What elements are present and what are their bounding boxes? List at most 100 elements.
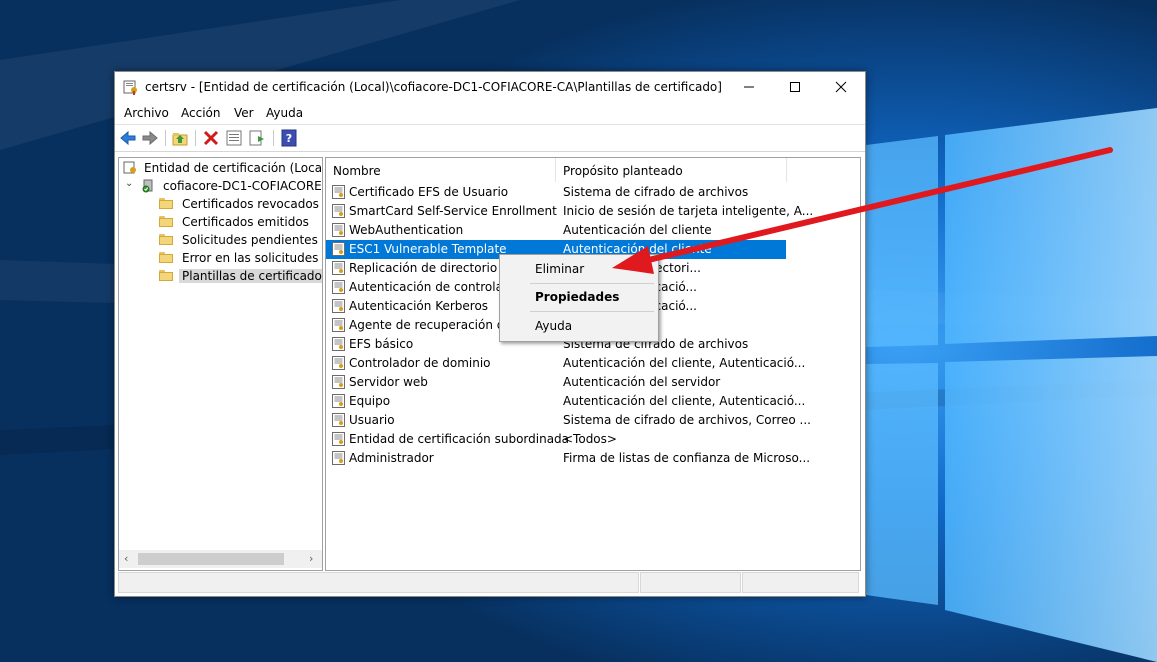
status-segment	[118, 572, 639, 593]
scroll-right-icon[interactable]: ›	[309, 552, 313, 565]
template-row[interactable]: Controlador de dominio Autenticación del …	[326, 354, 805, 373]
certificate-template-icon	[332, 356, 345, 370]
delete-icon[interactable]	[202, 129, 220, 147]
template-purpose: Sistema de cifrado de archivos	[563, 185, 749, 199]
tree-item-label: Plantillas de certificado	[179, 269, 322, 283]
result-list: Nombre Propósito planteado Certificado E…	[325, 157, 861, 571]
column-header-name[interactable]: Nombre	[326, 158, 555, 182]
mmc-window: certsrv - [Entidad de certificación (Loc…	[114, 71, 866, 597]
tree-item-label: Certificados emitidos	[182, 215, 309, 229]
template-purpose: Autenticación del servidor	[563, 375, 721, 389]
template-name: Usuario	[349, 413, 395, 427]
tree-item-issued[interactable]: Certificados emitidos	[159, 213, 321, 231]
ca-server-icon	[142, 179, 153, 193]
back-arrow-icon[interactable]	[119, 129, 137, 147]
status-segment	[742, 572, 859, 593]
scroll-left-icon[interactable]: ‹	[124, 552, 128, 565]
maximize-button[interactable]	[772, 72, 818, 102]
menu-ver[interactable]: Ver	[234, 106, 254, 120]
certificate-template-icon	[332, 280, 345, 294]
tree-item-revoked[interactable]: Certificados revocados	[159, 195, 321, 213]
folder-icon	[159, 198, 173, 209]
template-purpose: Autenticación del cliente, Autenticació.…	[563, 394, 806, 408]
template-row[interactable]: Administrador Firma de listas de confianz…	[326, 449, 810, 468]
certificate-template-icon	[332, 242, 345, 256]
certificate-template-icon	[332, 261, 345, 275]
tree-item-label: Certificados revocados	[182, 197, 319, 211]
template-name: Certificado EFS de Usuario	[349, 185, 509, 199]
template-row[interactable]: Certificado EFS de Usuario Sistema de cif…	[326, 183, 786, 202]
tree-horizontal-scrollbar[interactable]: ‹ ›	[119, 550, 322, 568]
certificate-template-icon	[332, 413, 345, 427]
properties-icon[interactable]	[225, 129, 243, 147]
toolbar-separator	[273, 130, 274, 146]
column-header-label: Nombre	[333, 164, 381, 178]
certificate-template-icon	[332, 204, 345, 218]
folder-icon	[159, 216, 173, 227]
template-name: Equipo	[349, 394, 391, 408]
template-row[interactable]: Servidor web Autenticación del servidor	[326, 373, 786, 392]
tree-root-label: Entidad de certificación (Local)	[144, 161, 323, 175]
menu-ayuda[interactable]: Ayuda	[266, 106, 303, 120]
chevron-down-icon[interactable]: ⌄	[125, 178, 133, 189]
column-divider[interactable]	[786, 158, 787, 182]
tree-ca-node[interactable]: ⌄ cofiacore-DC1-COFIACORE-CA	[123, 177, 322, 195]
title-bar[interactable]: certsrv - [Entidad de certificación (Loc…	[115, 72, 865, 102]
up-folder-icon[interactable]	[171, 129, 189, 147]
menu-accion[interactable]: Acción	[181, 106, 220, 120]
toolbar-separator	[195, 130, 196, 146]
template-row[interactable]: SmartCard Self-Service Enrollment Inicio …	[326, 202, 813, 221]
template-name: WebAuthentication	[349, 223, 464, 237]
tree-item-failed[interactable]: Error en las solicitudes	[159, 249, 321, 267]
template-purpose: Inicio de sesión de tarjeta inteligente,…	[563, 204, 814, 218]
console-tree: Entidad de certificación (Local) ⌄ cofia…	[118, 157, 323, 571]
certificate-template-icon	[332, 375, 345, 389]
template-name: Entidad de certificación subordinada	[349, 432, 570, 446]
status-segment	[640, 572, 741, 593]
tree-item-label: Solicitudes pendientes	[182, 233, 318, 247]
template-name: Administrador	[349, 451, 434, 465]
template-row[interactable]: Entidad de certificación subordinada <Tod…	[326, 430, 786, 449]
folder-icon	[159, 234, 173, 245]
status-bar	[118, 572, 860, 593]
close-icon	[835, 81, 847, 93]
context-menu-help[interactable]: Ayuda	[502, 315, 654, 337]
minimize-icon	[744, 86, 754, 88]
help-icon[interactable]: ?	[280, 129, 298, 147]
template-name: Replicación de directorio de	[349, 261, 516, 275]
context-menu-label: Ayuda	[535, 319, 573, 333]
certificate-template-icon	[332, 451, 345, 465]
template-row[interactable]: WebAuthentication Autenticación del clien…	[326, 221, 786, 240]
svg-text:?: ?	[286, 132, 292, 145]
folder-icon	[159, 270, 173, 281]
template-purpose: Autenticación del cliente, Autenticació.…	[563, 356, 806, 370]
context-menu-delete[interactable]: Eliminar	[502, 258, 654, 280]
template-name: Autenticación de controlado	[349, 280, 518, 294]
template-name: Autenticación Kerberos	[349, 299, 489, 313]
minimize-button[interactable]	[726, 72, 772, 102]
tree-ca-label: cofiacore-DC1-COFIACORE-CA	[163, 179, 322, 193]
export-list-icon[interactable]	[248, 129, 266, 147]
template-purpose: <Todos>	[563, 432, 617, 446]
template-purpose: Autenticación del cliente	[563, 223, 712, 237]
template-row[interactable]: Usuario Sistema de cifrado de archivos, C…	[326, 411, 811, 430]
template-name: EFS básico	[349, 337, 414, 351]
scrollbar-thumb[interactable]	[138, 553, 284, 565]
certificate-template-icon	[332, 223, 345, 237]
tree-item-templates[interactable]: Plantillas de certificado	[159, 267, 322, 285]
tree-item-pending[interactable]: Solicitudes pendientes	[159, 231, 321, 249]
tree-root[interactable]: Entidad de certificación (Local)	[123, 159, 323, 177]
template-row[interactable]: Equipo Autenticación del cliente, Autenti…	[326, 392, 805, 411]
menu-bar: Archivo Acción Ver Ayuda	[115, 102, 865, 124]
context-menu-properties[interactable]: Propiedades	[502, 286, 654, 308]
certificate-template-icon	[332, 318, 345, 332]
column-header-purpose[interactable]: Propósito planteado	[556, 158, 786, 182]
certificate-template-icon	[332, 394, 345, 408]
context-menu-label: Propiedades	[535, 290, 620, 304]
forward-arrow-icon[interactable]	[141, 129, 159, 147]
menu-archivo[interactable]: Archivo	[124, 106, 169, 120]
certificate-template-icon	[332, 432, 345, 446]
window-title: certsrv - [Entidad de certificación (Loc…	[145, 80, 722, 94]
close-button[interactable]	[818, 72, 864, 102]
certificate-template-icon	[332, 299, 345, 313]
